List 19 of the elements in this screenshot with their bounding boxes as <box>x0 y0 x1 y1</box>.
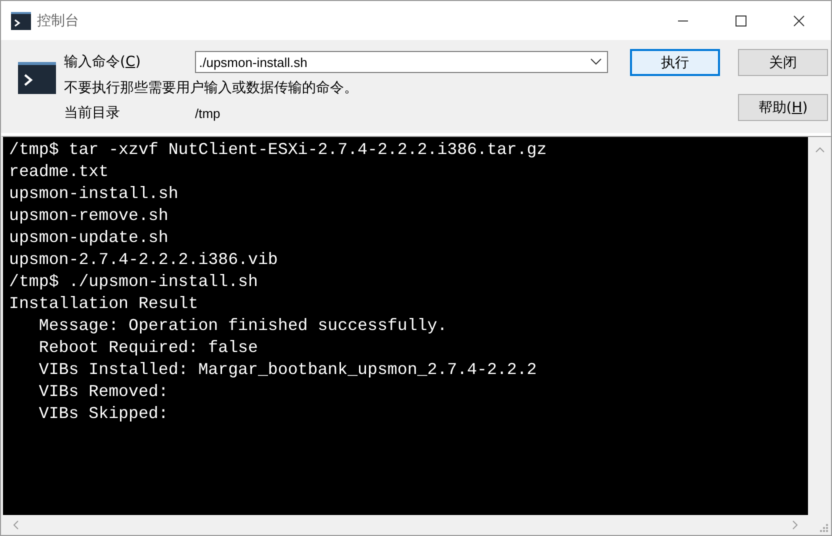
warning-text: 不要执行那些需要用户输入或数据传输的命令。 <box>64 79 359 98</box>
close-icon[interactable] <box>793 14 805 26</box>
scroll-left-icon[interactable] <box>11 520 21 530</box>
console-icon <box>18 62 56 94</box>
dropdown-icon[interactable] <box>590 58 602 66</box>
window-title: 控制台 <box>37 12 79 30</box>
scroll-up-icon[interactable] <box>814 145 824 155</box>
directory-label: 当前目录 <box>64 104 121 122</box>
maximize-icon[interactable] <box>735 14 747 26</box>
execute-button[interactable]: 执行 <box>630 49 720 76</box>
console-output: /tmp$ tar -xzvf NutClient-ESXi-2.7.4-2.2.2.i386.tar.gz readme.txt upsmon-install.sh upsmon-remove.sh upsmon-update.sh upsmon-2.7.4-2.2.2.i386.vib /tmp$ ./upsmon-install.sh Installation Result Message: Operation finished successfully. Reboot Required: false VIBs Installed: Margar_bootbank_upsmon_2.7.4-2.2.2 VIBs Removed: VIBs Skipped: <box>3 137 808 515</box>
console-icon <box>11 12 31 30</box>
help-button[interactable]: 帮助(H) <box>738 94 828 121</box>
command-label: 输入命令(C) <box>64 53 142 71</box>
close-button[interactable]: 关闭 <box>738 49 828 76</box>
scroll-right-icon[interactable] <box>790 520 800 530</box>
resize-grip-icon[interactable] <box>820 524 829 533</box>
directory-value: /tmp <box>195 106 220 120</box>
command-field[interactable]: ./upsmon-install.sh <box>195 51 608 73</box>
